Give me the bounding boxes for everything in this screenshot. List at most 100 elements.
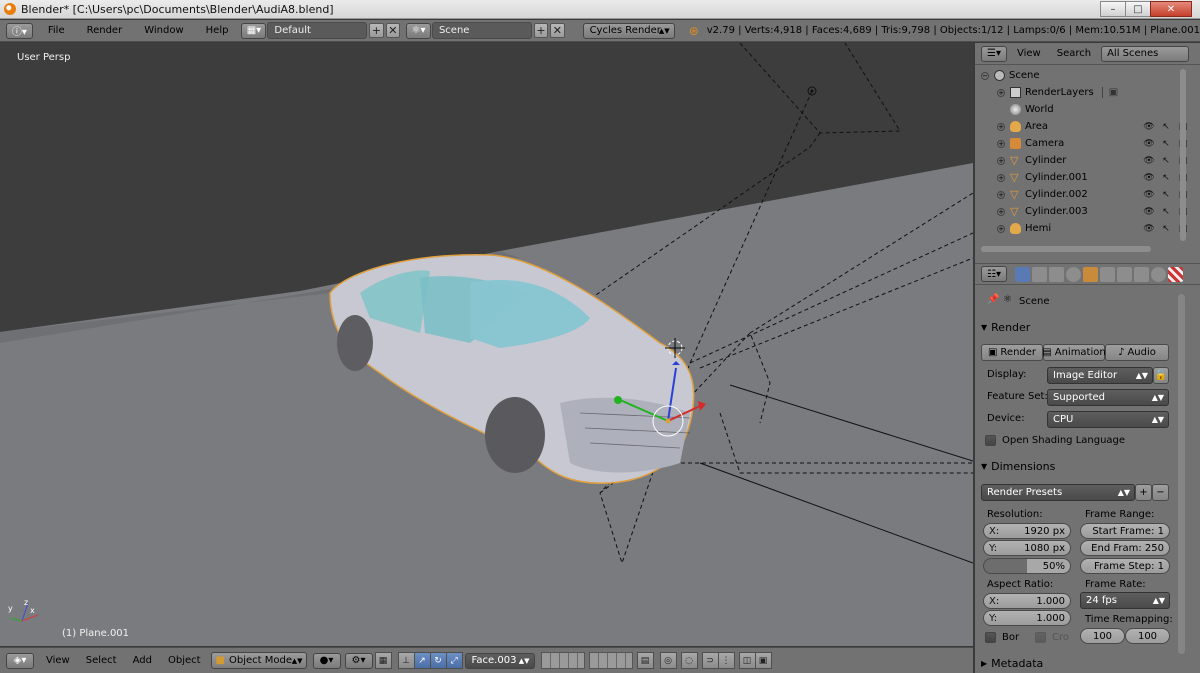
eye-icon[interactable]: 👁 — [1143, 189, 1155, 201]
remove-preset-button[interactable]: − — [1152, 484, 1169, 501]
close-button[interactable]: ✕ — [1150, 1, 1192, 17]
outliner-horizontal-scrollbar[interactable] — [981, 246, 1151, 252]
world-tab-icon[interactable] — [1066, 266, 1081, 282]
menu-file[interactable]: File — [37, 20, 76, 42]
add-preset-button[interactable]: + — [1135, 484, 1152, 501]
outliner-tree[interactable]: − Scene + RenderLayers ▣ World + Area 👁 ↖… — [975, 66, 1191, 292]
render-panel-header[interactable]: ▼ Render — [981, 318, 1177, 336]
rotate-manipulator[interactable]: ↻ — [429, 652, 447, 669]
cursor-icon[interactable]: ↖ — [1160, 189, 1172, 201]
menu-help[interactable]: Help — [195, 20, 240, 42]
aspect-x-field[interactable]: X: 1.000 — [983, 593, 1071, 609]
eye-icon[interactable]: 👁 — [1143, 138, 1155, 150]
cursor-icon[interactable]: ↖ — [1160, 172, 1172, 184]
properties-scrollbar[interactable] — [1178, 294, 1185, 654]
maximize-button[interactable]: □ — [1125, 1, 1151, 17]
frame-step-field[interactable]: Frame Step: 1 — [1080, 558, 1170, 574]
menu-object[interactable]: Object — [160, 655, 209, 666]
outliner-row-scene[interactable]: − Scene — [975, 67, 1191, 84]
resolution-y-field[interactable]: Y: 1080 px — [983, 540, 1071, 556]
editor-type-info-button[interactable]: ⓘ▾ — [6, 22, 33, 39]
outliner-display-mode-dropdown[interactable]: All Scenes — [1101, 45, 1190, 62]
render-audio-button[interactable]: ♪ Audio — [1105, 344, 1169, 361]
lock-layers-button[interactable]: ▤ — [636, 652, 654, 669]
renderlayers-tab-icon[interactable] — [1032, 266, 1047, 282]
data-tab-icon[interactable] — [1134, 266, 1149, 282]
collapse-icon[interactable]: − — [981, 71, 989, 80]
add-layout-button[interactable]: + — [369, 23, 384, 38]
scale-manipulator[interactable]: ⤢ — [445, 652, 463, 669]
display-dropdown[interactable]: Image Editor ▲▼ — [1047, 367, 1153, 384]
cursor-icon[interactable]: ↖ — [1160, 155, 1172, 167]
proportional-edit-button[interactable]: ◎ — [659, 652, 677, 669]
object-tab-icon[interactable] — [1083, 266, 1098, 282]
menu-render[interactable]: Render — [76, 20, 134, 42]
outliner-row-area[interactable]: + Area 👁↖▣ — [975, 118, 1191, 135]
frame-rate-dropdown[interactable]: 24 fps ▲▼ — [1080, 592, 1170, 609]
start-frame-field[interactable]: Start Frame: 1 — [1080, 523, 1170, 539]
outliner-row-renderlayers[interactable]: + RenderLayers ▣ — [975, 84, 1191, 101]
layer-buttons[interactable] — [540, 652, 633, 669]
shading-dropdown[interactable]: ●▾ — [312, 652, 341, 669]
outliner-row-camera[interactable]: + Camera 👁↖▣ — [975, 135, 1191, 152]
screen-layout-button[interactable]: ▦▾ — [241, 22, 267, 39]
end-frame-field[interactable]: End Fram: 250 — [1080, 540, 1170, 556]
aspect-y-field[interactable]: Y: 1.000 — [983, 610, 1071, 626]
cursor-icon[interactable]: ↖ — [1160, 121, 1172, 133]
pivot-dropdown[interactable]: ⚙▾ — [344, 652, 373, 669]
editor-type-properties-button[interactable]: ☷▾ — [981, 266, 1007, 282]
osl-checkbox[interactable] — [985, 435, 996, 446]
cursor-icon[interactable]: ↖ — [1160, 223, 1172, 235]
screen-layout-field[interactable]: Default — [267, 22, 368, 39]
lock-interface-button[interactable]: 🔓 — [1153, 367, 1169, 384]
transform-orientation-dropdown[interactable]: Face.003 ▲▼ — [464, 652, 535, 669]
menu-add[interactable]: Add — [125, 655, 160, 666]
translate-manipulator[interactable]: ⊥ — [397, 652, 415, 669]
device-dropdown[interactable]: CPU ▲▼ — [1047, 411, 1169, 428]
outliner-row-hemi[interactable]: + Hemi 👁↖▣ — [975, 220, 1191, 237]
render-tab-icon[interactable] — [1015, 266, 1030, 282]
minimize-button[interactable]: – — [1100, 1, 1126, 17]
expand-icon[interactable]: + — [997, 207, 1005, 216]
metadata-panel-header[interactable]: ▶ Metadata — [981, 654, 1177, 672]
expand-icon[interactable]: + — [997, 173, 1005, 182]
editor-type-outliner-button[interactable]: ☰▾ — [981, 45, 1007, 62]
scene-button[interactable]: ⚛▾ — [406, 22, 431, 39]
outliner-view-menu[interactable]: View — [1007, 43, 1049, 65]
render-animation-button[interactable]: ▤ Animation — [1042, 344, 1106, 361]
outliner-vertical-scrollbar[interactable] — [1180, 69, 1186, 241]
pin-icon[interactable]: 📌 — [987, 294, 999, 305]
remove-scene-button[interactable]: ✕ — [550, 23, 565, 38]
snap-element-dropdown[interactable]: ⋮ — [717, 652, 735, 669]
outliner-row-cylinder-001[interactable]: + ▽ Cylinder.001 👁↖▣ — [975, 169, 1191, 186]
material-tab-icon[interactable] — [1151, 266, 1166, 282]
viewport-canvas[interactable]: z x y — [0, 43, 973, 646]
border-checkbox[interactable] — [985, 632, 996, 643]
eye-icon[interactable]: 👁 — [1143, 172, 1155, 184]
3d-viewport[interactable]: z x y User Persp (1) Plane.001 — [0, 43, 973, 646]
constraints-tab-icon[interactable] — [1100, 266, 1115, 282]
expand-icon[interactable]: + — [997, 156, 1005, 165]
texture-tab-icon[interactable] — [1168, 266, 1183, 282]
menu-view[interactable]: View — [38, 655, 78, 666]
time-remap-old-field[interactable]: 100 — [1080, 628, 1125, 644]
render-image-button[interactable]: ▣ Render — [981, 344, 1043, 361]
expand-icon[interactable]: + — [997, 88, 1005, 97]
outliner-row-cylinder-003[interactable]: + ▽ Cylinder.003 👁↖▣ — [975, 203, 1191, 220]
render-animation-button[interactable]: ▣ — [754, 652, 772, 669]
layers-group-1[interactable] — [540, 652, 585, 669]
outliner-search-menu[interactable]: Search — [1049, 43, 1099, 65]
scene-tab-icon[interactable] — [1049, 266, 1064, 282]
layers-group-2[interactable] — [588, 652, 633, 669]
eye-icon[interactable]: 👁 — [1143, 206, 1155, 218]
time-remap-new-field[interactable]: 100 — [1125, 628, 1170, 644]
dimensions-panel-header[interactable]: ▼ Dimensions — [981, 457, 1177, 475]
outliner-row-cylinder[interactable]: + ▽ Cylinder 👁↖▣ — [975, 152, 1191, 169]
editor-type-3d-button[interactable]: ◈▾ — [6, 652, 34, 669]
render-preview-button[interactable]: ◫ — [738, 652, 756, 669]
expand-icon[interactable]: + — [997, 122, 1005, 131]
resolution-percentage-slider[interactable]: 50% — [983, 558, 1071, 574]
remove-layout-button[interactable]: ✕ — [385, 23, 401, 38]
eye-icon[interactable]: 👁 — [1143, 223, 1155, 235]
expand-icon[interactable]: + — [997, 139, 1005, 148]
